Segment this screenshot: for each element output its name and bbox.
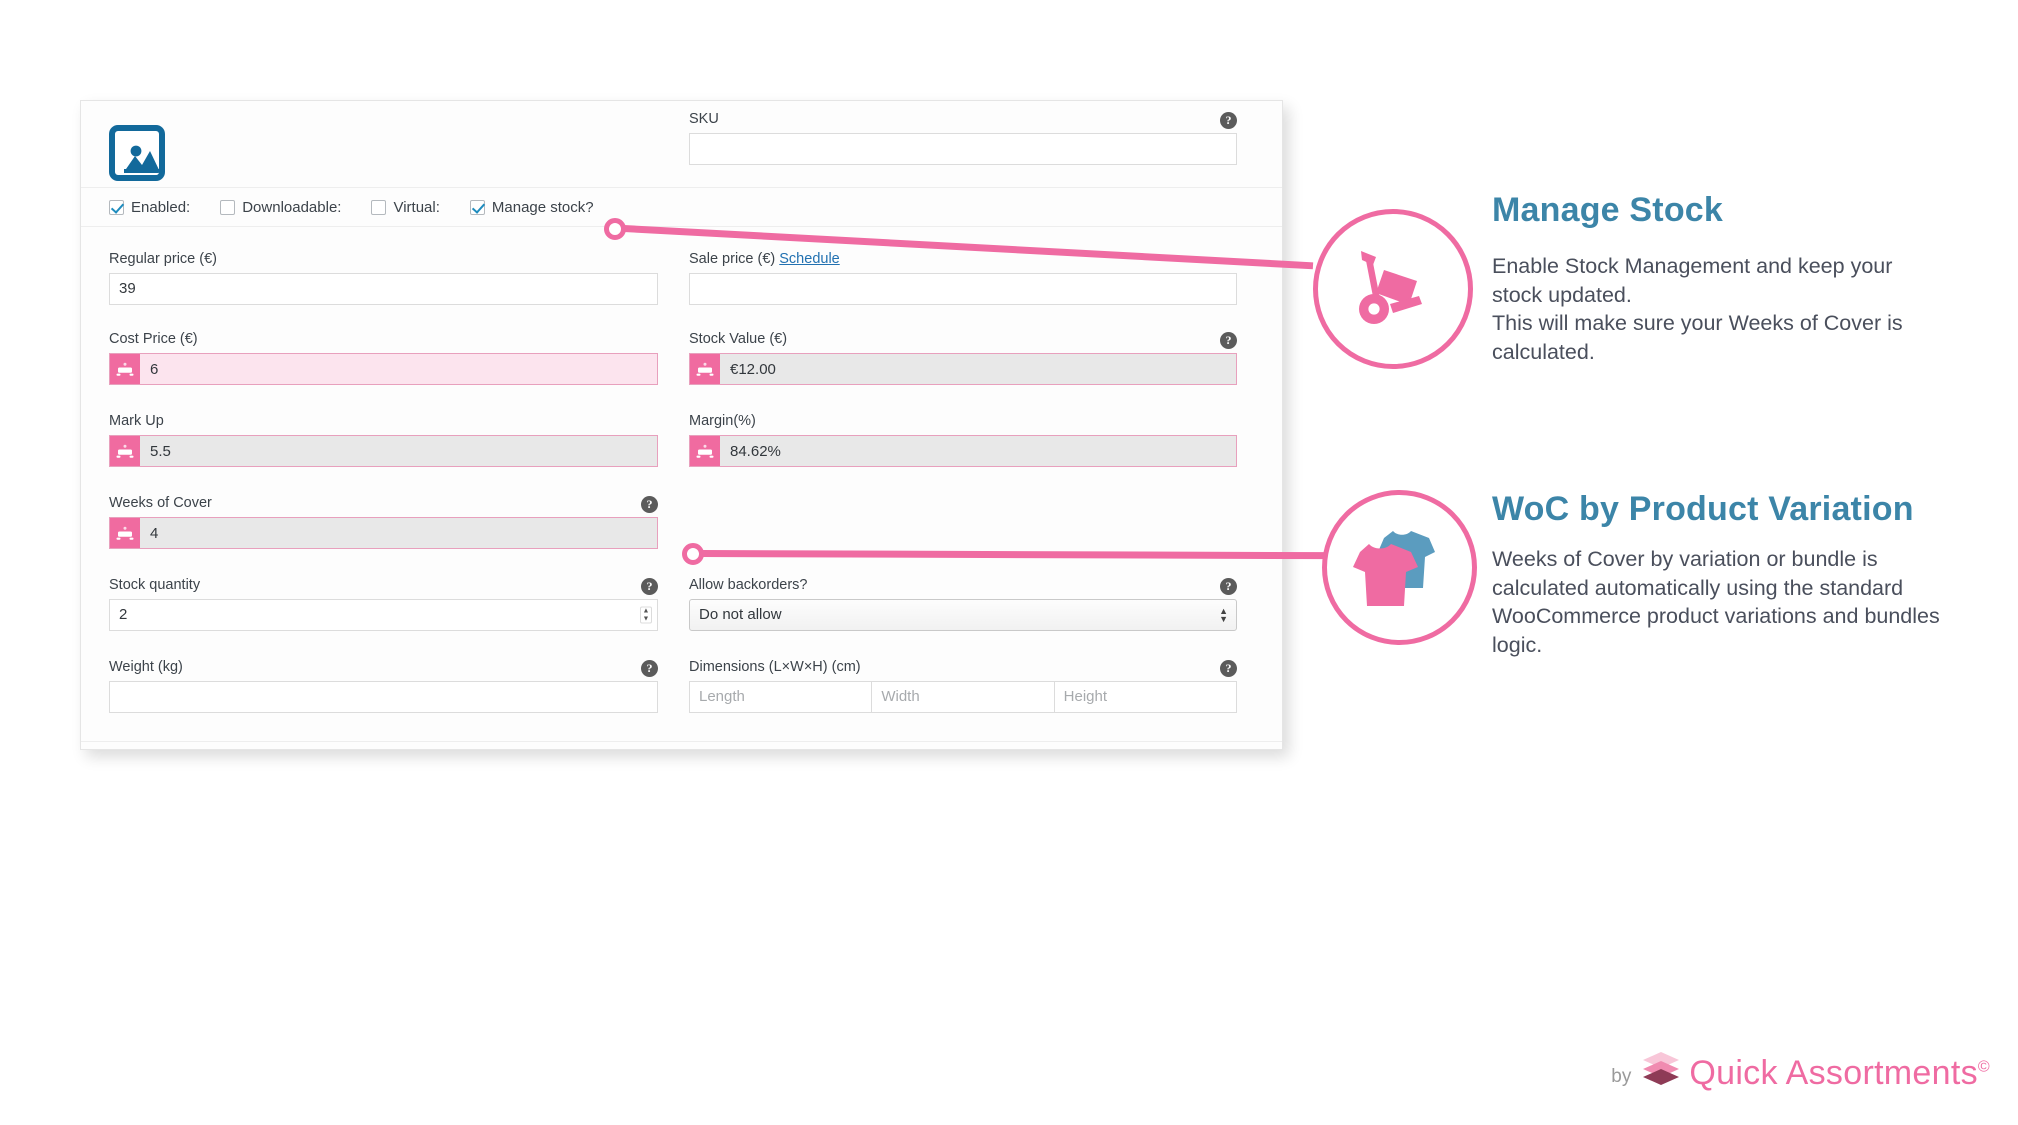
footer-brand-name: Quick Assortments© [1689, 1054, 1990, 1092]
layers-logo-icon [1639, 1051, 1683, 1090]
qa-trolley-icon [110, 436, 140, 466]
cost-price-value: 6 [150, 360, 159, 378]
cost-price-input[interactable]: 6 [109, 353, 658, 385]
stock-quantity-input[interactable]: 2 [109, 599, 658, 631]
regular-price-input[interactable]: 39 [109, 273, 658, 305]
image-placeholder-icon [109, 125, 165, 181]
stock-quantity-label: Stock quantity ? [109, 577, 658, 595]
product-fields: Regular price (€) 39 Sale price (€) Sche… [81, 241, 1282, 749]
field-sku: SKU ? [689, 111, 1237, 165]
checkbox-enabled-box[interactable] [109, 199, 124, 215]
footer-copyright-mark: © [1977, 1058, 1990, 1076]
dimension-height-input[interactable]: Height [1053, 681, 1237, 713]
weeks-of-cover-value: 4 [150, 524, 159, 542]
weight-input[interactable] [109, 681, 658, 713]
checkbox-manage-stock[interactable]: Manage stock? [469, 198, 594, 216]
margin-value: 84.62% [730, 442, 781, 460]
annotation-body-woc-variation: Weeks of Cover by variation or bundle is… [1492, 545, 1962, 659]
two-tshirts-icon-circle [1322, 490, 1477, 645]
field-mark-up: Mark Up 5.5 [109, 413, 658, 467]
checkbox-enabled[interactable]: Enabled: [109, 199, 190, 216]
sku-input[interactable] [689, 133, 1237, 165]
qa-trolley-icon [690, 436, 720, 466]
allow-backorders-value: Do not allow [699, 606, 782, 623]
dimensions-inputs: Length Width Height [689, 681, 1237, 713]
field-divider [81, 741, 1282, 742]
allow-backorders-select[interactable]: Do not allow ▲ ▼ [689, 599, 1237, 631]
checkbox-downloadable-box[interactable] [220, 199, 236, 215]
mark-up-value: 5.5 [150, 442, 171, 460]
checkbox-manage-stock-box[interactable] [469, 199, 485, 215]
hand-truck-icon-circle [1313, 209, 1473, 369]
mark-up-input: 5.5 [109, 435, 658, 467]
callout-anchor-manage-stock [604, 218, 626, 240]
field-weight: Weight (kg) ? [109, 659, 658, 713]
field-allow-backorders: Allow backorders? ? Do not allow ▲ ▼ [689, 577, 1237, 631]
annotation-body-manage-stock: Enable Stock Management and keep your st… [1492, 252, 1917, 366]
allow-backorders-label: Allow backorders? ? [689, 577, 1237, 595]
checkbox-virtual-label: Virtual: [393, 198, 440, 216]
help-icon[interactable]: ? [1220, 332, 1237, 349]
dimensions-label: Dimensions (L×W×H) (cm) ? [689, 659, 1237, 677]
product-data-panel: Enabled: Downloadable: Virtual: Manage s… [80, 100, 1283, 750]
qa-trolley-icon [110, 354, 140, 384]
field-dimensions: Dimensions (L×W×H) (cm) ? Length Width H… [689, 659, 1237, 713]
product-thumbnail[interactable] [109, 125, 165, 181]
weight-label: Weight (kg) ? [109, 659, 658, 677]
footer-by-label: by [1611, 1066, 1632, 1087]
checkbox-virtual-box[interactable] [371, 199, 387, 215]
field-cost-price: Cost Price (€) 6 [109, 331, 658, 385]
sale-price-schedule-link[interactable]: Schedule [779, 251, 839, 267]
annotation-body-text: Weeks of Cover by variation or bundle is… [1492, 547, 1940, 657]
stock-quantity-wrap: 2 ▲ ▼ [109, 599, 658, 631]
sku-label: SKU ? [689, 111, 1237, 129]
cost-price-label: Cost Price (€) [109, 331, 198, 347]
callout-anchor-woc-variation [682, 543, 704, 565]
checkbox-enabled-label: Enabled: [131, 198, 191, 216]
help-icon[interactable]: ? [1220, 578, 1237, 595]
qa-trolley-icon [690, 354, 720, 384]
margin-input: 84.62% [689, 435, 1237, 467]
checkbox-downloadable-label: Downloadable: [242, 198, 342, 216]
margin-label: Margin(%) [689, 413, 756, 429]
stock-value-input: €12.00 [689, 353, 1237, 385]
help-icon[interactable]: ? [1220, 660, 1237, 677]
regular-price-label: Regular price (€) [109, 251, 217, 267]
help-icon[interactable]: ? [641, 660, 658, 677]
chevron-updown-icon: ▲ ▼ [1219, 606, 1228, 624]
field-regular-price: Regular price (€) 39 [109, 251, 658, 305]
stock-quantity-stepper[interactable]: ▲ ▼ [640, 606, 652, 624]
two-tshirts-icon [1353, 530, 1435, 606]
dimension-length-input[interactable]: Length [689, 681, 872, 713]
dimension-width-input[interactable]: Width [871, 681, 1054, 713]
field-margin: Margin(%) 84.62% [689, 413, 1237, 467]
mark-up-label: Mark Up [109, 413, 164, 429]
field-stock-quantity: Stock quantity ? 2 ▲ ▼ [109, 577, 658, 631]
field-weeks-of-cover: Weeks of Cover ? 4 [109, 495, 658, 549]
weeks-of-cover-input: 4 [109, 517, 658, 549]
annotation-title-manage-stock: Manage Stock [1492, 191, 1724, 229]
checkbox-downloadable[interactable]: Downloadable: [220, 199, 341, 216]
help-icon[interactable]: ? [641, 578, 658, 595]
qa-trolley-icon [110, 518, 140, 548]
stock-value-value: €12.00 [730, 360, 776, 378]
product-type-checkbox-row: Enabled: Downloadable: Virtual: Manage s… [81, 187, 1282, 227]
hand-truck-icon [1359, 251, 1422, 324]
help-icon[interactable]: ? [641, 496, 658, 513]
image-placeholder-glyph [123, 139, 159, 175]
footer-logo: by Quick Assortments© [1611, 1051, 1990, 1093]
checkbox-virtual[interactable]: Virtual: [371, 198, 440, 216]
screenshot-root: Enabled: Downloadable: Virtual: Manage s… [0, 0, 2018, 1125]
checkbox-manage-stock-label: Manage stock? [491, 198, 594, 216]
help-icon[interactable]: ? [1220, 112, 1237, 129]
stock-value-label: Stock Value (€) ? [689, 331, 1237, 349]
annotation-body-text: Enable Stock Management and keep your st… [1492, 254, 1903, 364]
sale-price-input[interactable] [689, 273, 1237, 305]
annotation-title-woc-variation: WoC by Product Variation [1492, 490, 1914, 528]
field-stock-value: Stock Value (€) ? €12.00 [689, 331, 1237, 385]
weeks-of-cover-label: Weeks of Cover ? [109, 495, 658, 513]
